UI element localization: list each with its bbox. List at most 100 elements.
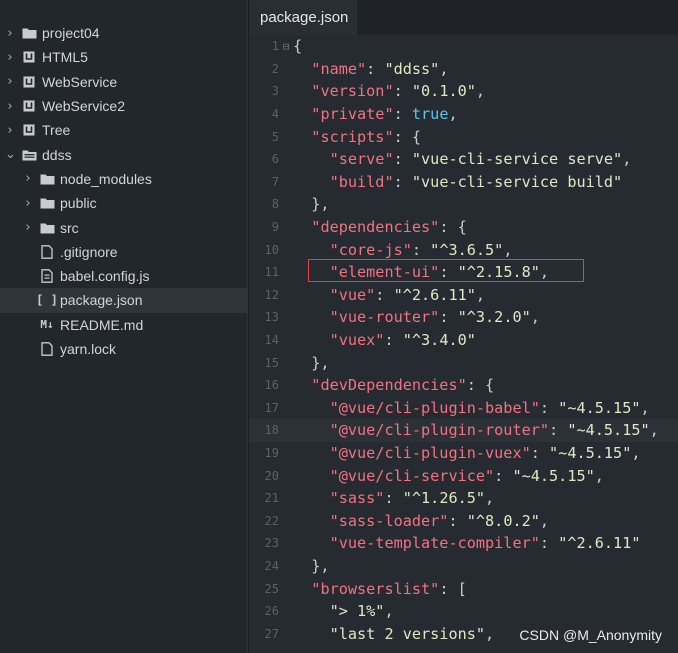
code-token: "^3.6.5" — [430, 240, 504, 259]
code-text: }, — [293, 195, 329, 213]
tree-item[interactable]: › WebService — [0, 70, 247, 94]
code-editor[interactable]: 1 ⊟{2 "name": "ddss", 3 "version": "0.1.0"… — [249, 35, 678, 653]
code-token: : { — [393, 127, 422, 146]
tree-item-label: src — [60, 219, 79, 236]
chevron-icon[interactable]: › — [5, 99, 15, 114]
line-number: 26 — [264, 604, 279, 619]
code-line[interactable]: 9 "dependencies": { — [249, 216, 678, 239]
code-token: }, — [293, 557, 330, 576]
chevron-icon[interactable]: › — [23, 220, 33, 235]
chevron-icon[interactable]: › — [5, 74, 15, 89]
line-number: 13 — [264, 310, 279, 325]
code-text: "dependencies": { — [293, 218, 466, 236]
line-number: 9 — [271, 220, 279, 235]
code-text: "sass-loader": "^8.0.2", — [293, 512, 549, 530]
code-line[interactable]: 7 "build": "vue-cli-service build" — [249, 171, 678, 194]
code-line[interactable]: 10 "core-js": "^3.6.5", — [249, 238, 678, 261]
code-line[interactable]: 4 "private": true, — [249, 103, 678, 126]
code-token: : — [448, 511, 467, 530]
tree-item[interactable]: › HTML5 — [0, 45, 247, 69]
tree-item-label: .gitignore — [60, 243, 118, 260]
code-token: "~4.5.15" — [567, 421, 650, 440]
code-token: "scripts" — [311, 127, 394, 146]
tree-item[interactable]: yarn.lock — [0, 337, 247, 361]
tree-item-label: HTML5 — [42, 49, 88, 66]
fold-icon[interactable]: ⊟ — [279, 40, 293, 53]
tree-item[interactable]: ⌄ ddss — [0, 142, 247, 166]
code-token: : — [393, 172, 412, 191]
code-line[interactable]: 26 "> 1%", — [249, 600, 678, 623]
chevron-icon[interactable]: › — [5, 123, 15, 138]
code-line[interactable]: 14 "vuex": "^3.4.0" — [249, 329, 678, 352]
code-line[interactable]: 17 "@vue/cli-plugin-babel": "~4.5.15", — [249, 397, 678, 420]
code-text: "vue-template-compiler": "^2.6.11" — [293, 534, 641, 552]
code-text: "scripts": { — [293, 128, 421, 146]
code-token: "~4.5.15" — [549, 444, 632, 463]
tree-item[interactable]: › WebService2 — [0, 94, 247, 118]
code-token: "name" — [311, 59, 367, 78]
tree-item[interactable]: M↓ README.md — [0, 313, 247, 337]
line-number: 27 — [264, 626, 279, 641]
code-line[interactable]: 13 "vue-router": "^3.2.0", — [249, 306, 678, 329]
code-token: : { — [466, 376, 495, 395]
code-line[interactable]: 16 "devDependencies": { — [249, 374, 678, 397]
code-text: "devDependencies": { — [293, 376, 494, 394]
line-number: 19 — [264, 446, 279, 461]
tree-item[interactable]: › project04 — [0, 21, 247, 45]
code-line[interactable]: 22 "sass-loader": "^8.0.2", — [249, 510, 678, 533]
code-line[interactable]: 24 }, — [249, 555, 678, 578]
code-line[interactable]: 20 "@vue/cli-service": "~4.5.15", — [249, 464, 678, 487]
code-line[interactable]: 2 "name": "ddss", — [249, 58, 678, 81]
code-line[interactable]: 15 }, — [249, 351, 678, 374]
code-token: "vue-cli-service serve" — [411, 150, 623, 169]
code-line[interactable]: 5 "scripts": { — [249, 125, 678, 148]
tree-item[interactable]: .gitignore — [0, 240, 247, 264]
tree-item[interactable]: › Tree — [0, 118, 247, 142]
code-line[interactable]: 8 }, — [249, 193, 678, 216]
code-token: "^1.26.5" — [402, 489, 486, 508]
editor-tab-bar: package.json — [249, 0, 678, 35]
folder-icon — [21, 26, 37, 40]
file-explorer-sidebar: › project04 › HTML5 › WebService › WebService2 ›… — [0, 0, 248, 653]
code-line[interactable]: 6 "serve": "vue-cli-service serve", — [249, 148, 678, 171]
code-line[interactable]: 1 ⊟{ — [249, 35, 678, 58]
code-text: "vuex": "^3.4.0" — [293, 331, 476, 349]
tree-item[interactable]: › node_modules — [0, 167, 247, 191]
code-line[interactable]: 19 "@vue/cli-plugin-vuex": "~4.5.15", — [249, 442, 678, 465]
code-token: "vue" — [329, 285, 376, 304]
code-line[interactable]: 3 "version": "0.1.0", — [249, 80, 678, 103]
code-token: "ddss" — [384, 59, 440, 78]
tree-item[interactable]: babel.config.js — [0, 264, 247, 288]
tree-item-label: yarn.lock — [60, 341, 117, 357]
tab-package-json[interactable]: package.json — [249, 0, 357, 35]
line-number: 6 — [271, 152, 279, 167]
code-text: }, — [293, 557, 330, 576]
tree-item[interactable]: › public — [0, 191, 247, 215]
chevron-icon[interactable]: › — [5, 50, 15, 65]
tree-item-label: public — [60, 195, 97, 212]
code-line[interactable]: 18 "@vue/cli-plugin-router": "~4.5.15", — [249, 419, 678, 442]
line-number: 10 — [264, 242, 279, 257]
code-token: , — [475, 285, 486, 304]
tree-item[interactable]: › src — [0, 215, 247, 239]
code-token: "@vue/cli-plugin-router" — [329, 421, 550, 440]
code-token: : — [393, 150, 412, 169]
code-line[interactable]: 23 "vue-template-compiler": "^2.6.11" — [249, 532, 678, 555]
chevron-icon[interactable]: › — [5, 26, 15, 41]
code-line[interactable]: 25 "browserslist": [ — [249, 577, 678, 600]
tree-item[interactable]: [ ] package.json — [0, 288, 247, 313]
chevron-icon[interactable]: › — [23, 196, 33, 211]
code-line[interactable]: 21 "sass": "^1.26.5", — [249, 487, 678, 510]
tree-item-label: WebService2 — [42, 98, 126, 115]
chevron-icon[interactable]: › — [23, 171, 33, 186]
code-line[interactable]: 12 "vue": "^2.6.11", — [249, 284, 678, 307]
chevron-icon[interactable]: ⌄ — [5, 147, 16, 162]
